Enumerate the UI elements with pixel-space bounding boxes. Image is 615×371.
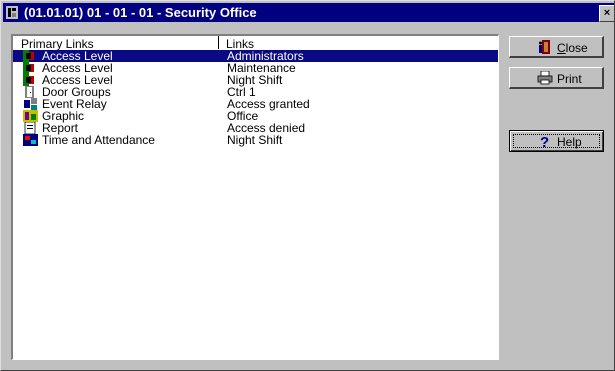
door-groups-icon <box>23 86 38 98</box>
primary-links-list[interactable]: Primary Links Links Access Level Administ… <box>11 34 499 360</box>
event-relay-icon <box>23 98 38 110</box>
primary-link-text: Time and Attendance <box>42 133 155 147</box>
window-title: (01.01.01) 01 - 01 - 01 - Security Offic… <box>24 5 257 20</box>
door-exit-icon <box>539 40 550 54</box>
printer-icon <box>537 71 553 85</box>
column-separator[interactable] <box>218 36 219 49</box>
time-attendance-icon <box>23 134 38 146</box>
question-mark-icon: ? <box>540 134 549 148</box>
print-button[interactable]: Print <box>509 67 604 89</box>
access-level-icon <box>23 62 38 74</box>
report-icon <box>23 121 38 135</box>
svg-text:?: ? <box>540 134 549 148</box>
access-level-icon <box>23 50 38 62</box>
list-row[interactable]: Time and Attendance Night Shift <box>13 134 498 146</box>
help-button-label: Help <box>557 135 582 149</box>
list-header: Primary Links Links <box>13 36 498 51</box>
help-button[interactable]: ? Help <box>509 130 604 152</box>
graphic-icon <box>23 110 38 122</box>
print-button-label: Print <box>557 72 582 86</box>
list-rows: Access Level Administrators Access Level Ma… <box>13 50 498 146</box>
security-office-window: (01.01.01) 01 - 01 - 01 - Security Offic… <box>0 0 615 371</box>
access-level-icon <box>23 74 38 86</box>
close-window-button[interactable]: × <box>599 5 614 22</box>
close-button-label: Close <box>557 41 588 55</box>
close-button[interactable]: Close <box>509 36 604 58</box>
app-icon <box>6 6 18 19</box>
title-bar[interactable]: (01.01.01) 01 - 01 - 01 - Security Offic… <box>3 3 614 22</box>
link-text: Night Shift <box>227 133 283 147</box>
